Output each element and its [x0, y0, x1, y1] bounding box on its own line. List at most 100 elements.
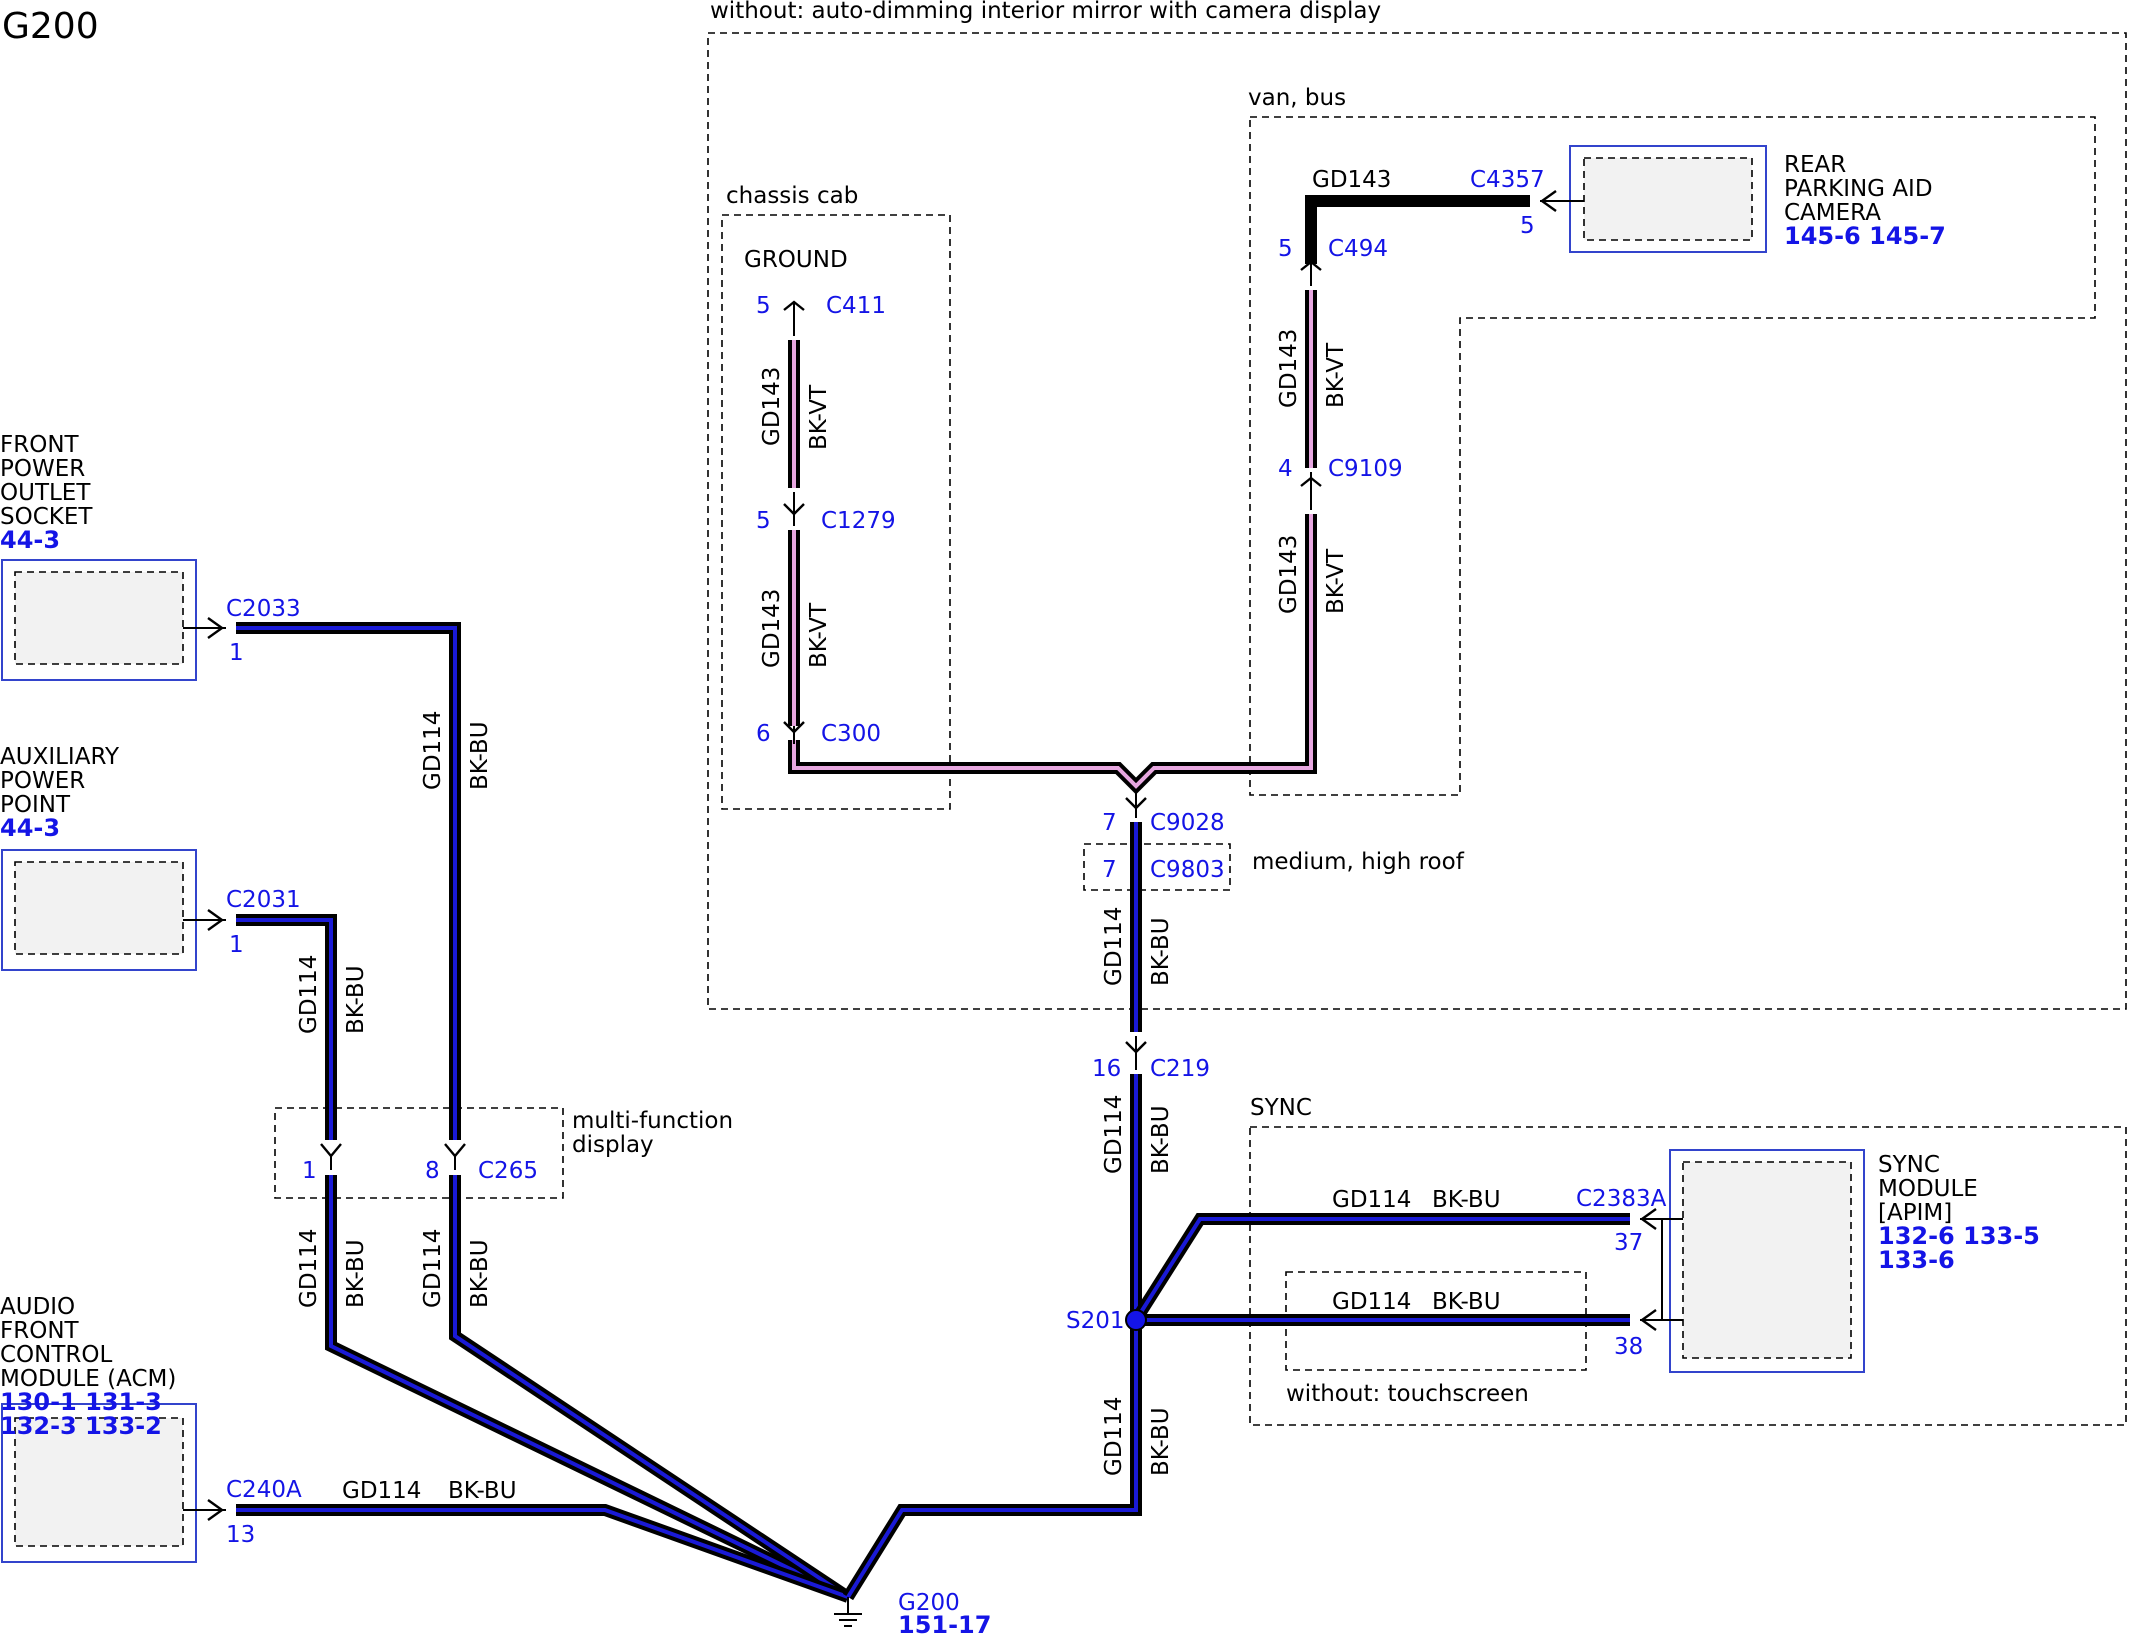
svg-text:5: 5	[756, 293, 771, 319]
svg-text:GD143: GD143	[1276, 535, 1302, 614]
svg-text:44-3: 44-3	[0, 526, 60, 554]
svg-text:1: 1	[302, 1158, 317, 1184]
svg-text:C2033: C2033	[226, 596, 301, 622]
svg-text:PARKING AID: PARKING AID	[1784, 176, 1933, 202]
svg-text:BK-BU: BK-BU	[1432, 1187, 1501, 1213]
svg-text:GD114: GD114	[1332, 1187, 1411, 1213]
svg-text:MODULE: MODULE	[1878, 1176, 1978, 1202]
svg-text:POWER: POWER	[0, 768, 85, 794]
region-multi-function-display: multi-function display	[274, 1107, 733, 1199]
svg-text:GD114: GD114	[420, 1229, 446, 1308]
svg-text:C9109: C9109	[1328, 456, 1403, 482]
svg-text:C411: C411	[826, 293, 886, 319]
svg-text:SYNC: SYNC	[1250, 1095, 1312, 1121]
svg-text:4: 4	[1278, 456, 1293, 482]
svg-text:GD114: GD114	[342, 1478, 421, 1504]
auxiliary-power-point: AUXILIARY POWER POINT 44-3	[0, 744, 197, 971]
svg-text:OUTLET: OUTLET	[0, 480, 91, 506]
rear-parking-aid-camera: REAR PARKING AID CAMERA 145-6 145-7	[1569, 145, 1946, 253]
svg-text:BK-VT: BK-VT	[806, 602, 832, 668]
ground-symbol-g200: G200 151-17	[834, 1590, 991, 1634]
svg-text:GD114: GD114	[1101, 1397, 1127, 1476]
wires-gd143	[788, 195, 1530, 795]
svg-text:C240A: C240A	[226, 1477, 302, 1503]
svg-text:without: auto-dimming interior: without: auto-dimming interior mirror wi…	[710, 0, 1381, 24]
svg-text:BK-BU: BK-BU	[467, 1239, 493, 1308]
svg-text:medium, high roof: medium, high roof	[1252, 849, 1465, 875]
svg-text:5: 5	[1278, 236, 1293, 262]
svg-text:CONTROL: CONTROL	[0, 1342, 113, 1368]
svg-text:37: 37	[1614, 1230, 1643, 1256]
svg-text:BK-VT: BK-VT	[806, 384, 832, 450]
svg-text:chassis cab: chassis cab	[726, 183, 858, 209]
svg-text:BK-BU: BK-BU	[1148, 1407, 1174, 1476]
svg-text:38: 38	[1614, 1334, 1643, 1360]
svg-text:GD114: GD114	[296, 1229, 322, 1308]
svg-text:BK-VT: BK-VT	[1323, 548, 1349, 614]
svg-text:C265: C265	[478, 1158, 538, 1184]
svg-text:FRONT: FRONT	[0, 1318, 80, 1344]
svg-text:145-6 145-7: 145-6 145-7	[1784, 222, 1946, 250]
svg-text:8: 8	[425, 1158, 440, 1184]
front-power-outlet-socket: FRONT POWER OUTLET SOCKET 44-3	[0, 432, 197, 681]
svg-text:C1279: C1279	[821, 508, 896, 534]
svg-text:16: 16	[1092, 1056, 1121, 1082]
svg-text:BK-BU: BK-BU	[343, 1239, 369, 1308]
svg-text:7: 7	[1102, 810, 1117, 836]
svg-text:C9028: C9028	[1150, 810, 1225, 836]
svg-text:C494: C494	[1328, 236, 1388, 262]
wire-labels: GD114 BK-BU GD114 BK-BU GD114 BK-BU GD11…	[296, 167, 1501, 1504]
svg-text:C4357: C4357	[1470, 167, 1545, 193]
svg-text:multi-function: multi-function	[572, 1108, 733, 1134]
svg-text:REAR: REAR	[1784, 152, 1846, 178]
svg-text:1: 1	[229, 640, 244, 666]
svg-text:GD143: GD143	[1276, 329, 1302, 408]
svg-text:POWER: POWER	[0, 456, 85, 482]
page-title: G200	[2, 6, 99, 47]
svg-text:FRONT: FRONT	[0, 432, 80, 458]
svg-text:C2031: C2031	[226, 887, 301, 913]
wiring-diagram: G200 without: auto-dimming interior mirr…	[0, 0, 2127, 1634]
svg-text:BK-VT: BK-VT	[1323, 342, 1349, 408]
svg-text:5: 5	[1520, 213, 1535, 239]
audio-front-control-module: AUDIO FRONT CONTROL MODULE (ACM) 130-1 1…	[0, 1294, 197, 1563]
svg-text:BK-BU: BK-BU	[467, 721, 493, 790]
svg-text:GD114: GD114	[1101, 907, 1127, 986]
svg-text:C219: C219	[1150, 1056, 1210, 1082]
svg-text:AUXILIARY: AUXILIARY	[0, 744, 120, 770]
region-chassis-cab: chassis cab	[721, 183, 951, 810]
svg-text:6: 6	[756, 721, 771, 747]
svg-text:5: 5	[756, 508, 771, 534]
svg-text:BK-BU: BK-BU	[1148, 1105, 1174, 1174]
svg-text:BK-BU: BK-BU	[343, 965, 369, 1034]
svg-text:GD114: GD114	[420, 711, 446, 790]
svg-text:132-3 133-2: 132-3 133-2	[0, 1412, 162, 1440]
svg-text:BK-BU: BK-BU	[1432, 1289, 1501, 1315]
svg-text:GD143: GD143	[759, 367, 785, 446]
svg-text:BK-BU: BK-BU	[448, 1478, 517, 1504]
ground-label: GROUND	[744, 247, 848, 273]
svg-text:13: 13	[226, 1522, 255, 1548]
svg-text:C9803: C9803	[1150, 857, 1225, 883]
svg-text:SYNC: SYNC	[1878, 1152, 1940, 1178]
svg-text:7: 7	[1102, 857, 1117, 883]
svg-text:GD114: GD114	[1332, 1289, 1411, 1315]
svg-text:133-6: 133-6	[1878, 1246, 1955, 1274]
svg-text:GD114: GD114	[296, 955, 322, 1034]
sync-module-apim: SYNC MODULE [APIM] 132-6 133-5 133-6	[1669, 1149, 2040, 1373]
svg-text:AUDIO: AUDIO	[0, 1294, 75, 1320]
svg-text:C300: C300	[821, 721, 881, 747]
svg-text:1: 1	[229, 932, 244, 958]
svg-text:GD143: GD143	[1312, 167, 1391, 193]
svg-text:44-3: 44-3	[0, 814, 60, 842]
svg-text:GD143: GD143	[759, 589, 785, 668]
svg-text:C2383A: C2383A	[1576, 1186, 1667, 1212]
svg-text:without: touchscreen: without: touchscreen	[1286, 1381, 1529, 1407]
splice-s201: S201	[1066, 1308, 1147, 1334]
svg-text:BK-BU: BK-BU	[1148, 917, 1174, 986]
svg-text:display: display	[572, 1132, 654, 1158]
svg-text:S201: S201	[1066, 1308, 1125, 1334]
svg-text:van, bus: van, bus	[1248, 85, 1346, 111]
svg-text:151-17: 151-17	[898, 1611, 991, 1634]
svg-text:GD114: GD114	[1101, 1095, 1127, 1174]
